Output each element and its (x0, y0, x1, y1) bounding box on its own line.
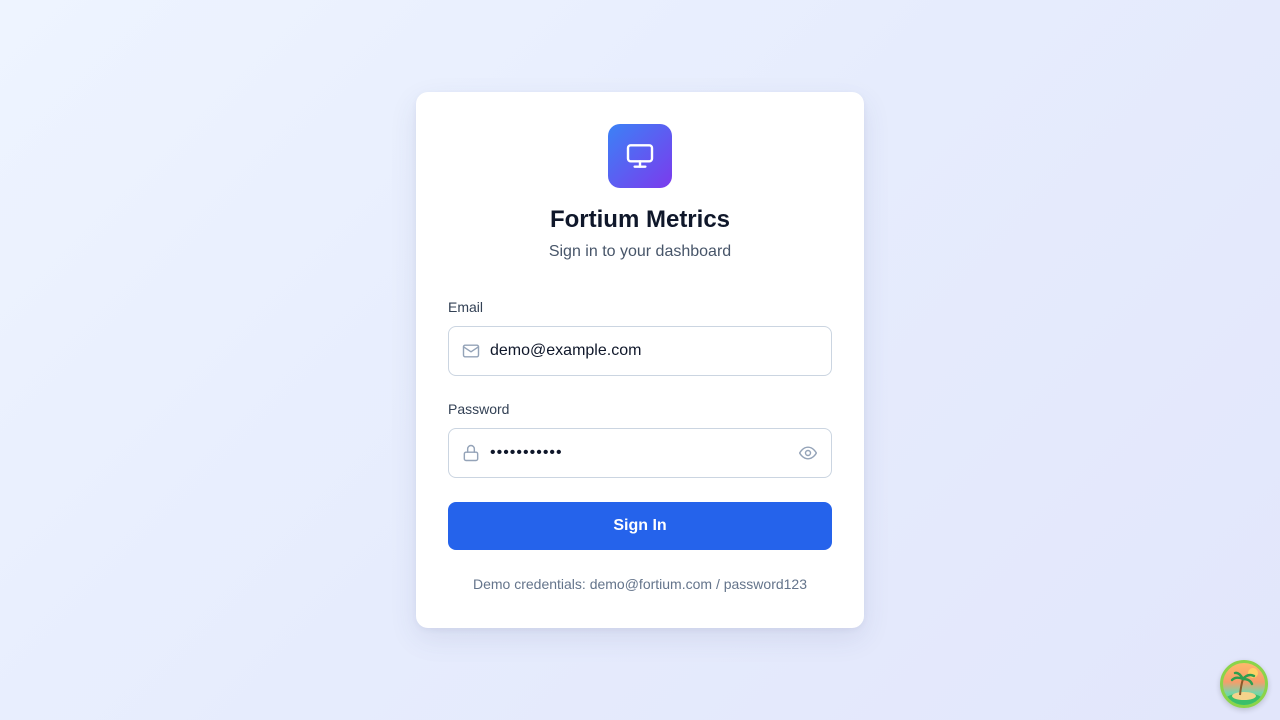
lock-icon (461, 443, 481, 463)
sign-in-button[interactable]: Sign In (448, 502, 832, 550)
email-field-container[interactable] (448, 326, 832, 376)
monitor-icon (608, 124, 672, 188)
demo-credentials-note: Demo credentials: demo@fortium.com / pas… (472, 576, 808, 592)
password-field[interactable]: ••••••••••• (490, 444, 797, 462)
password-field-container[interactable]: ••••••••••• (448, 428, 832, 478)
island-avatar-icon[interactable] (1220, 660, 1268, 708)
eye-icon[interactable] (797, 442, 819, 464)
mail-icon (461, 341, 481, 361)
email-label: Email (448, 299, 484, 315)
app-subtitle: Sign in to your dashboard (548, 243, 732, 260)
login-card: Fortium Metrics Sign in to your dashboar… (416, 92, 864, 628)
app-title: Fortium Metrics (549, 206, 731, 233)
password-label: Password (448, 401, 510, 417)
email-field[interactable] (490, 339, 819, 363)
